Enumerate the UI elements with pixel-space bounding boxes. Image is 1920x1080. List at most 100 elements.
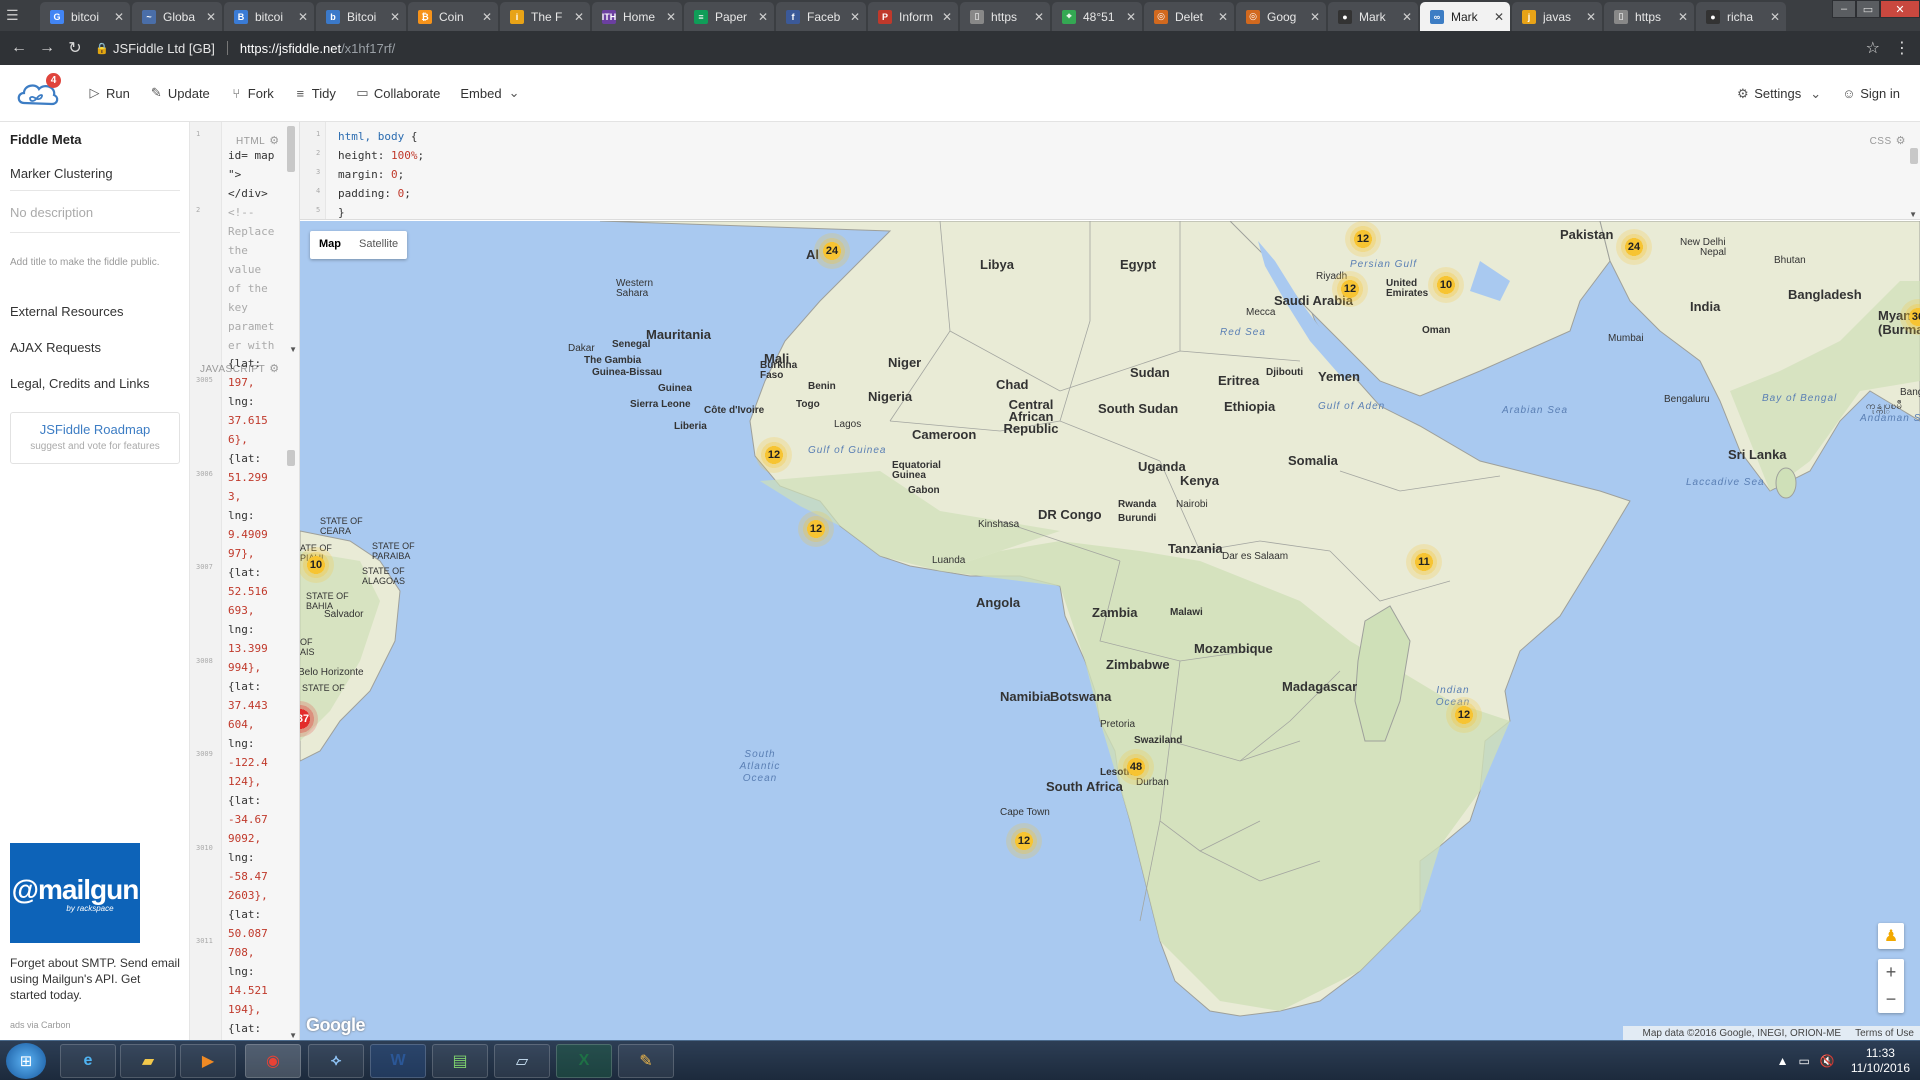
update-button[interactable]: ✎ Update (150, 85, 210, 101)
maximize-button[interactable]: ▭ (1856, 0, 1880, 18)
marker-cluster[interactable]: 11 (1406, 544, 1442, 580)
marker-cluster[interactable]: 12 (1345, 221, 1381, 257)
word-icon[interactable]: W (370, 1044, 426, 1078)
code-line[interactable]: -122.4 (228, 753, 286, 772)
close-tab-icon[interactable]: ✕ (942, 10, 952, 24)
tray-arrow-icon[interactable]: ▲ (1777, 1054, 1789, 1068)
external-resources-link[interactable]: External Resources (10, 304, 123, 319)
notepad-icon[interactable]: ▱ (494, 1044, 550, 1078)
code-line[interactable]: 2603}, (228, 886, 286, 905)
marker-cluster[interactable]: 12 (1446, 697, 1482, 733)
code-line[interactable]: {lat: (228, 563, 286, 582)
run-button[interactable]: ▷ Run (88, 85, 130, 101)
close-tab-icon[interactable]: ✕ (1494, 10, 1504, 24)
browser-tab[interactable]: ● richa ✕ (1696, 2, 1786, 31)
close-tab-icon[interactable]: ✕ (482, 10, 492, 24)
code-line[interactable]: 51.299 (228, 468, 286, 487)
code-line[interactable]: 14.521 (228, 981, 286, 1000)
map-type-satellite-button[interactable]: Satellite (350, 231, 407, 259)
map-type-control[interactable]: Map Satellite (310, 231, 408, 259)
css-editor-panel[interactable]: 1 2 3 4 5 html, body { height: 100%; mar… (300, 122, 1920, 220)
browser-tab[interactable]: b Bitcoi ✕ (316, 2, 406, 31)
code-line[interactable]: <!-- (228, 203, 286, 222)
app-icon[interactable]: ⟡ (308, 1044, 364, 1078)
clock[interactable]: 11:33 11/10/2016 (1851, 1046, 1910, 1076)
browser-tab[interactable]: P Inform ✕ (868, 2, 958, 31)
css-code[interactable]: html, body { height: 100%; margin: 0; pa… (338, 127, 424, 219)
close-tab-icon[interactable]: ✕ (666, 10, 676, 24)
forward-button[interactable]: → (36, 37, 58, 59)
browser-tab[interactable]: Gbitcoi ✕ (40, 2, 130, 31)
code-line[interactable]: Replace (228, 222, 286, 241)
chrome-menu-icon[interactable]: ☰ (6, 7, 19, 24)
close-tab-icon[interactable]: ✕ (114, 10, 124, 24)
marker-cluster[interactable]: 48 (1118, 749, 1154, 785)
browser-tab[interactable]: ⌖ 48°51 ✕ (1052, 2, 1142, 31)
code-line[interactable]: the (228, 241, 286, 260)
volume-muted-icon[interactable]: 🔇 (1820, 1054, 1835, 1068)
explorer-icon[interactable]: ▰ (120, 1044, 176, 1078)
code-line[interactable]: 693, (228, 601, 286, 620)
code-line[interactable]: lng: (228, 734, 286, 753)
browser-tab[interactable]: j javas ✕ (1512, 2, 1602, 31)
collaborate-button[interactable]: ▭ Collaborate (356, 85, 440, 101)
code-line[interactable]: 194}, (228, 1000, 286, 1019)
close-tab-icon[interactable]: ✕ (390, 10, 400, 24)
code-line[interactable]: id= map (228, 146, 286, 165)
ad-text[interactable]: Forget about SMTP. Send email using Mail… (10, 955, 180, 1003)
marker-cluster[interactable]: 12 (756, 437, 792, 473)
code-line[interactable]: </div> (228, 184, 286, 203)
close-tab-icon[interactable]: ✕ (1126, 10, 1136, 24)
ie-icon[interactable]: e (60, 1044, 116, 1078)
code-line[interactable]: {lat: (228, 677, 286, 696)
code-line[interactable]: of the (228, 279, 286, 298)
close-tab-icon[interactable]: ✕ (1034, 10, 1044, 24)
marker-cluster[interactable]: 10 (1428, 267, 1464, 303)
embed-button[interactable]: Embed ⌄ (460, 85, 520, 101)
css-scrollbar[interactable] (1910, 148, 1918, 164)
minimize-button[interactable]: – (1832, 0, 1856, 18)
code-line[interactable]: 37.615 (228, 411, 286, 430)
close-tab-icon[interactable]: ✕ (1770, 10, 1780, 24)
browser-tab[interactable]: i The F ✕ (500, 2, 590, 31)
windows-start-button[interactable]: ⊞ (6, 1043, 46, 1079)
bookmark-star-icon[interactable]: ☆ (1866, 38, 1880, 58)
paint-icon[interactable]: ✎ (618, 1044, 674, 1078)
marker-cluster[interactable]: 24 (1616, 229, 1652, 265)
code-line[interactable]: 124}, (228, 772, 286, 791)
close-tab-icon[interactable]: ✕ (850, 10, 860, 24)
code-line[interactable]: lng: (228, 962, 286, 981)
close-tab-icon[interactable]: ✕ (1402, 10, 1412, 24)
map-type-map-button[interactable]: Map (310, 231, 350, 259)
code-line[interactable]: value (228, 260, 286, 279)
browser-tab[interactable]: ITH Home ✕ (592, 2, 682, 31)
browser-tab[interactable]: f Faceb ✕ (776, 2, 866, 31)
chrome-icon[interactable]: ◉ (245, 1044, 301, 1078)
code-line[interactable]: {lat: (228, 1019, 286, 1038)
mailgun-ad-image[interactable]: @mailgun by rackspace (10, 843, 140, 943)
fiddle-description-input[interactable]: No description (10, 205, 180, 233)
browser-tab[interactable]: ≡ Paper ✕ (684, 2, 774, 31)
code-line[interactable]: 197, (228, 373, 286, 392)
ad-via[interactable]: ads via Carbon (10, 1020, 71, 1030)
street-view-pegman-icon[interactable]: ♟ (1878, 923, 1904, 949)
close-tab-icon[interactable]: ✕ (1218, 10, 1228, 24)
browser-tab[interactable]: ~ Globa ✕ (132, 2, 222, 31)
code-line[interactable]: 13.399 (228, 639, 286, 658)
google-logo[interactable]: Google (306, 1015, 366, 1036)
scroll-down-icon[interactable]: ▼ (1909, 210, 1917, 219)
tidy-button[interactable]: ≡ Tidy (294, 86, 335, 101)
browser-menu-icon[interactable]: ⋮ (1894, 38, 1910, 58)
html-editor-panel[interactable]: 1 2 HTML ⚙ id= map "> </div> <!-- Replace the v… (190, 122, 300, 354)
code-line[interactable]: lng: (228, 620, 286, 639)
browser-tab[interactable]: ∞ Mark ✕ (1420, 2, 1510, 31)
settings-button[interactable]: ⚙ Settings ⌄ (1736, 86, 1822, 102)
code-line[interactable]: 708, (228, 943, 286, 962)
browser-tab[interactable]: ₿ Coin ✕ (408, 2, 498, 31)
code-line[interactable]: {lat: (228, 905, 286, 924)
terms-of-use-link[interactable]: Terms of Use (1855, 1028, 1914, 1039)
code-line[interactable]: {lat: (228, 354, 286, 373)
code-line[interactable]: lng: (228, 392, 286, 411)
code-line[interactable]: -58.47 (228, 867, 286, 886)
close-tab-icon[interactable]: ✕ (298, 10, 308, 24)
